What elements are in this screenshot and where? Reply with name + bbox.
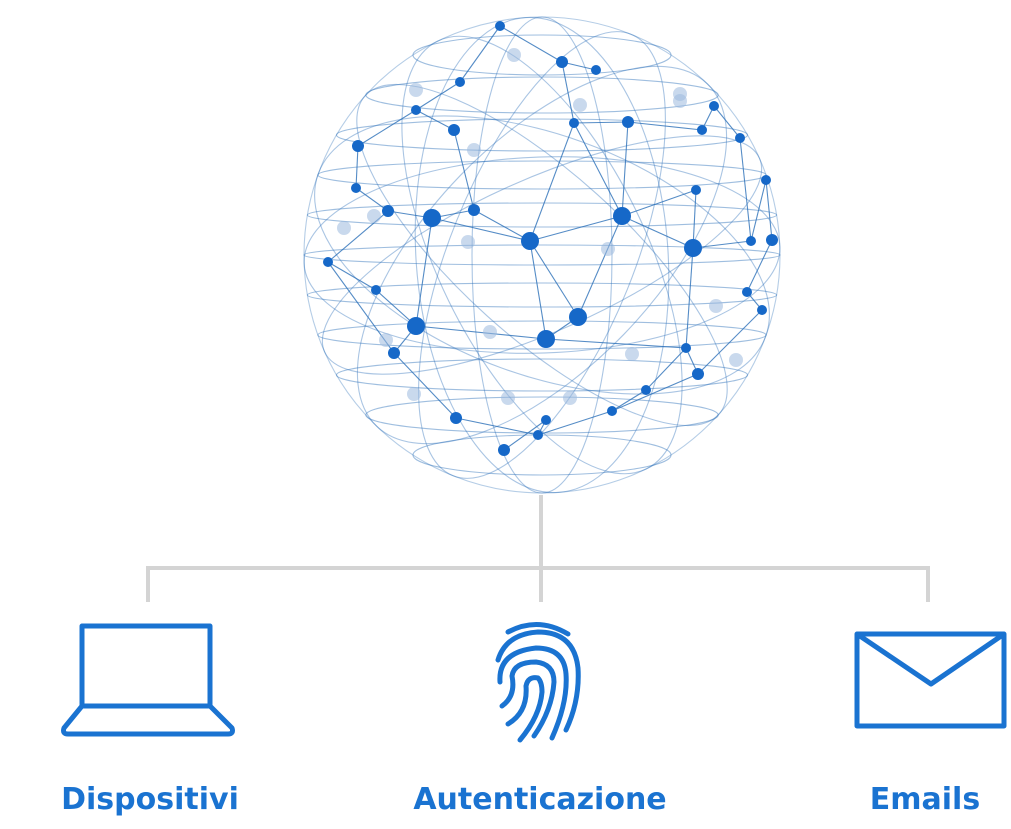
laptop-icon (61, 623, 235, 737)
fingerprint-icon (495, 621, 581, 743)
network-globe-icon (303, 16, 781, 494)
label-authentication: Autenticazione (413, 782, 667, 817)
label-emails: Emails (869, 782, 981, 817)
envelope-icon (854, 631, 1007, 729)
label-devices: Dispositivi (61, 782, 239, 817)
